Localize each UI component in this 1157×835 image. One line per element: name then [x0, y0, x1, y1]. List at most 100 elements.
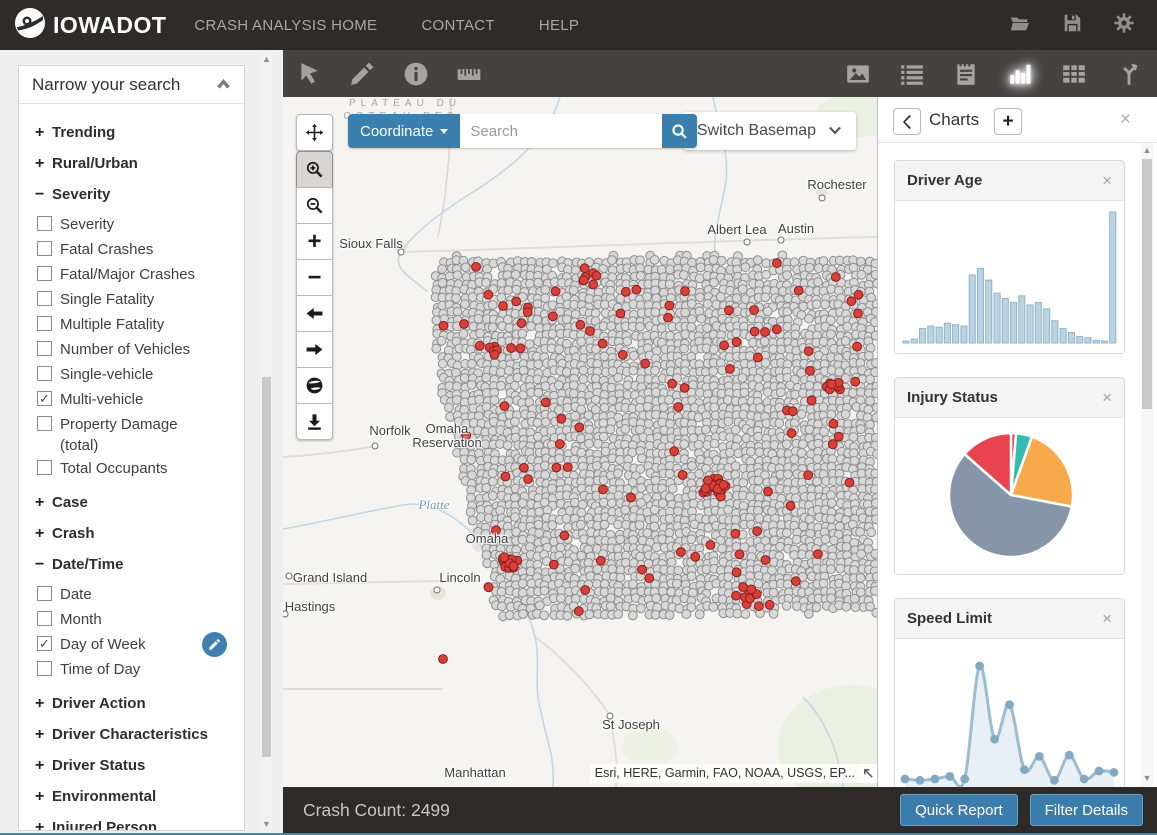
- save-icon[interactable]: [1061, 12, 1083, 39]
- settings-gear-icon[interactable]: [1113, 12, 1135, 39]
- checkbox[interactable]: [37, 216, 52, 231]
- sidebar-section-trending[interactable]: +Trending: [35, 120, 230, 145]
- search-go-button[interactable]: [662, 114, 697, 148]
- checkbox[interactable]: [37, 291, 52, 306]
- nav-help[interactable]: HELP: [539, 17, 579, 34]
- sidebar-scrollbar[interactable]: ▲ ▼: [261, 52, 272, 831]
- crash-count-label: Crash Count: 2499: [303, 800, 450, 821]
- panel-close-icon[interactable]: ×: [1120, 109, 1131, 131]
- checkbox[interactable]: [37, 586, 52, 601]
- charts-view-icon[interactable]: [1007, 61, 1033, 87]
- sidebar-section-severity[interactable]: −Severity: [35, 182, 230, 207]
- chart-close-icon[interactable]: ×: [1102, 171, 1112, 191]
- scroll-up-icon[interactable]: ▲: [261, 52, 272, 66]
- filter-item-label: Multiple Fatality: [60, 314, 164, 335]
- coordinate-dropdown-button[interactable]: Coordinate: [348, 114, 460, 148]
- switch-basemap-button[interactable]: Switch Basemap: [683, 112, 856, 150]
- expand-icon[interactable]: +: [35, 788, 52, 806]
- chart-close-icon[interactable]: ×: [1102, 388, 1112, 408]
- filter-item-label: Day of Week: [60, 634, 146, 655]
- expand-icon[interactable]: +: [35, 155, 52, 173]
- sidebar-section-crash[interactable]: +Crash: [35, 521, 230, 546]
- edit-filter-button[interactable]: [202, 632, 227, 657]
- collapse-icon[interactable]: −: [35, 556, 52, 574]
- split-filter-icon[interactable]: [1116, 61, 1142, 87]
- chart-close-icon[interactable]: ×: [1102, 609, 1112, 629]
- sidebar-section-injured-person[interactable]: +Injured Person: [35, 815, 230, 831]
- full-extent-globe-button[interactable]: [296, 367, 333, 404]
- expand-icon[interactable]: +: [35, 757, 52, 775]
- open-folder-icon[interactable]: [1009, 12, 1031, 39]
- list-view-icon[interactable]: [899, 61, 925, 87]
- scroll-down-icon[interactable]: ▼: [1141, 771, 1153, 785]
- info-tool-icon[interactable]: [403, 61, 429, 87]
- zoom-out-button[interactable]: −: [296, 259, 333, 296]
- map-search-input[interactable]: [460, 114, 662, 148]
- narrow-search-header[interactable]: Narrow your search: [19, 66, 244, 104]
- measure-tool-icon[interactable]: [456, 61, 482, 87]
- sidebar-section-rural-urban[interactable]: +Rural/Urban: [35, 151, 230, 176]
- checkbox[interactable]: [37, 416, 52, 431]
- sidebar-section-environmental[interactable]: +Environmental: [35, 784, 230, 809]
- charts-panel: Charts + × Driver Age×Injury Status×Spee…: [877, 97, 1157, 787]
- expand-icon[interactable]: +: [35, 124, 52, 142]
- sidebar-section-driver-status[interactable]: +Driver Status: [35, 753, 230, 778]
- chevron-up-icon[interactable]: [216, 76, 231, 94]
- scroll-up-icon[interactable]: ▲: [1141, 143, 1153, 157]
- nav-crash-analysis-home[interactable]: CRASH ANALYSIS HOME: [194, 17, 377, 34]
- checkbox-checked[interactable]: ✓: [37, 636, 52, 651]
- checkbox-checked[interactable]: ✓: [37, 391, 52, 406]
- charts-scroll-thumb[interactable]: [1142, 159, 1152, 409]
- expand-icon[interactable]: +: [35, 494, 52, 512]
- expand-icon[interactable]: +: [35, 695, 52, 713]
- checkbox[interactable]: [37, 366, 52, 381]
- filter-details-button[interactable]: Filter Details: [1030, 794, 1143, 826]
- prev-extent-button[interactable]: [296, 295, 333, 332]
- sidebar-section-driver-action[interactable]: +Driver Action: [35, 691, 230, 716]
- checkbox[interactable]: [37, 341, 52, 356]
- sidebar-section-date-time[interactable]: −Date/Time: [35, 552, 230, 577]
- nav-contact[interactable]: CONTACT: [421, 17, 494, 34]
- sidebar-section-case[interactable]: +Case: [35, 490, 230, 515]
- pencil-icon: [208, 638, 221, 651]
- zoom-out-box-button[interactable]: [296, 187, 333, 224]
- expand-icon[interactable]: +: [35, 525, 52, 543]
- filter-item-total-occupants: Total Occupants: [35, 456, 230, 481]
- filter-sidebar: Narrow your search +Trending +Rural/Urban…: [0, 50, 283, 833]
- iowadot-logo[interactable]: IOWADOT: [14, 7, 166, 44]
- draw-tool-icon[interactable]: [349, 61, 375, 87]
- zoom-in-button[interactable]: +: [296, 223, 333, 260]
- section-label: Driver Action: [52, 695, 146, 712]
- table-view-icon[interactable]: [1061, 61, 1087, 87]
- checkbox[interactable]: [37, 460, 52, 475]
- checkbox[interactable]: [37, 316, 52, 331]
- panel-back-button[interactable]: [893, 108, 921, 135]
- filter-item-label: Number of Vehicles: [60, 339, 190, 360]
- checkbox[interactable]: [37, 266, 52, 281]
- scroll-down-icon[interactable]: ▼: [261, 817, 272, 831]
- collapse-icon[interactable]: −: [35, 186, 52, 204]
- chart-card-header[interactable]: Driver Age×: [895, 161, 1124, 201]
- filter-item-multiple-fatality: Multiple Fatality: [35, 312, 230, 337]
- checkbox[interactable]: [37, 241, 52, 256]
- add-chart-button[interactable]: +: [994, 108, 1022, 135]
- next-extent-button[interactable]: [296, 331, 333, 368]
- pan-tool-button[interactable]: [296, 114, 333, 151]
- sidebar-section-driver-characteristics[interactable]: +Driver Characteristics: [35, 722, 230, 747]
- select-tool-icon[interactable]: [296, 61, 322, 87]
- charts-scrollbar[interactable]: ▲ ▼: [1141, 143, 1153, 787]
- checkbox[interactable]: [37, 611, 52, 626]
- attribution-expand-icon[interactable]: [860, 764, 877, 783]
- chart-card-header[interactable]: Injury Status×: [895, 378, 1124, 418]
- report-view-icon[interactable]: [953, 61, 979, 87]
- chart-card-header[interactable]: Speed Limit×: [895, 599, 1124, 639]
- download-button[interactable]: [296, 403, 333, 440]
- quick-report-button[interactable]: Quick Report: [900, 794, 1018, 826]
- expand-icon[interactable]: +: [35, 726, 52, 744]
- zoom-in-box-button[interactable]: [296, 151, 333, 188]
- checkbox[interactable]: [37, 661, 52, 676]
- crash-map[interactable]: PLATEAU DUCOTEAU DESPlatteRochesterAlber…: [283, 97, 877, 787]
- image-view-icon[interactable]: [845, 61, 871, 87]
- expand-icon[interactable]: +: [35, 819, 52, 832]
- sidebar-scroll-thumb[interactable]: [262, 377, 271, 757]
